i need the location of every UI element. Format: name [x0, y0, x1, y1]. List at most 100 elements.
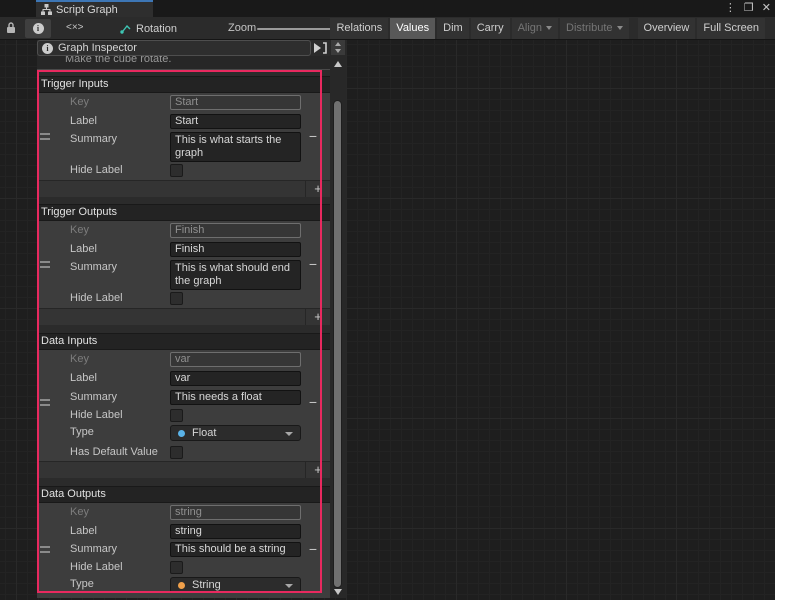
- scrollbar-thumb[interactable]: [333, 100, 342, 588]
- graph-asset-icon: [120, 24, 131, 34]
- scroll-stepper[interactable]: [331, 40, 345, 55]
- label-field[interactable]: string: [170, 524, 301, 539]
- stepper-down-icon[interactable]: [335, 49, 341, 53]
- value-connections-icon[interactable]: <×>: [66, 22, 84, 33]
- key-field: Finish: [170, 223, 301, 238]
- type-dropdown[interactable]: String: [170, 577, 301, 593]
- stepper-up-icon[interactable]: [335, 42, 341, 46]
- summary-label: Summary: [70, 133, 117, 145]
- label-row: Label string: [37, 523, 330, 542]
- title-bar: Script Graph ⋮ ❐ ✕: [0, 0, 775, 17]
- label-label: Label: [70, 372, 97, 384]
- tab-title: Script Graph: [56, 4, 118, 16]
- graph-summary-field[interactable]: Make the cube rotate.: [37, 56, 330, 70]
- summary-field[interactable]: This needs a float: [170, 390, 301, 405]
- toolbar-button-relations[interactable]: Relations: [330, 18, 388, 39]
- toolbar-button-distribute: Distribute: [560, 18, 628, 39]
- hide-label-checkbox[interactable]: [170, 409, 183, 422]
- section-header-data-outputs: Data Outputs: [37, 486, 330, 503]
- graph-inspector-title: Graph Inspector: [58, 42, 137, 54]
- key-row: Key Finish: [37, 222, 330, 241]
- reorder-handle-icon[interactable]: [40, 546, 50, 553]
- hide-label-label: Hide Label: [70, 292, 123, 304]
- add-item-button[interactable]: +: [305, 462, 330, 478]
- toolbar-button-values[interactable]: Values: [390, 18, 435, 39]
- remove-item-button[interactable]: −: [305, 128, 321, 144]
- add-item-button[interactable]: +: [305, 181, 330, 197]
- graph-inspector-titlebox: i Graph Inspector: [37, 40, 311, 56]
- scroll-up-arrow[interactable]: [334, 61, 342, 67]
- summary-row: Summary This is what should end the grap…: [37, 259, 330, 290]
- section-header-trigger-inputs: Trigger Inputs: [37, 76, 330, 93]
- chevron-down-icon: [285, 584, 293, 588]
- summary-field[interactable]: This is what should end the graph: [170, 260, 301, 290]
- hide-label-label: Hide Label: [70, 164, 123, 176]
- summary-row: Summary This needs a float: [37, 389, 330, 406]
- toolbar-toggle-group: Relations Values Dim Carry Align Distrib…: [330, 18, 765, 39]
- hide-label-checkbox[interactable]: [170, 164, 183, 177]
- window-controls: ⋮ ❐ ✕: [725, 0, 771, 17]
- zoom-label: Zoom: [228, 22, 256, 34]
- toolbar-button-carry[interactable]: Carry: [471, 18, 510, 39]
- graph-breadcrumb[interactable]: Rotation: [120, 17, 177, 40]
- add-item-row: +: [37, 461, 330, 478]
- key-label: Key: [70, 96, 89, 108]
- has-default-checkbox[interactable]: [170, 446, 183, 459]
- script-graph-icon: [41, 4, 52, 15]
- remove-item-button[interactable]: −: [305, 394, 321, 410]
- key-field: string: [170, 505, 301, 520]
- hide-label-row: Hide Label: [37, 162, 330, 179]
- type-value: Float: [192, 427, 216, 439]
- add-item-row: +: [37, 180, 330, 197]
- info-icon: i: [33, 23, 44, 34]
- zoom-slider-track[interactable]: [257, 28, 333, 30]
- has-default-row: Has Default Value: [37, 444, 330, 461]
- toolbar-button-dim[interactable]: Dim: [437, 18, 469, 39]
- label-field[interactable]: Finish: [170, 242, 301, 257]
- add-item-button[interactable]: +: [305, 309, 330, 325]
- lock-icon[interactable]: [6, 22, 16, 34]
- chevron-down-icon: [617, 26, 623, 30]
- hide-label-checkbox[interactable]: [170, 561, 183, 574]
- has-default-label: Has Default Value: [70, 446, 158, 458]
- chevron-down-icon: [546, 26, 552, 30]
- type-dropdown[interactable]: Float: [170, 425, 301, 441]
- label-label: Label: [70, 115, 97, 127]
- graph-inspector-body: Make the cube rotate. Trigger Inputs Key…: [37, 56, 330, 598]
- remove-item-button[interactable]: −: [305, 256, 321, 272]
- reorder-handle-icon[interactable]: [40, 261, 50, 268]
- tab-script-graph[interactable]: Script Graph: [36, 0, 153, 17]
- reorder-handle-icon[interactable]: [40, 133, 50, 140]
- label-field[interactable]: var: [170, 371, 301, 386]
- close-icon[interactable]: ✕: [762, 0, 771, 17]
- hide-label-checkbox[interactable]: [170, 292, 183, 305]
- summary-field[interactable]: This is what starts the graph: [170, 132, 301, 162]
- section-header-data-inputs: Data Inputs: [37, 333, 330, 350]
- summary-label: Summary: [70, 543, 117, 555]
- hide-label-row: Hide Label: [37, 407, 330, 424]
- toolbar-button-align: Align: [512, 18, 558, 39]
- summary-label: Summary: [70, 391, 117, 403]
- info-icon: i: [42, 43, 53, 54]
- dock-panel-icon[interactable]: [313, 42, 328, 54]
- key-row: Key var: [37, 351, 330, 370]
- type-row: Type String: [37, 576, 330, 595]
- label-row: Label Finish: [37, 241, 330, 260]
- graph-toolbar: i <×> Rotation Zoom 1x Relations Values …: [0, 17, 775, 40]
- graph-name-label: Rotation: [136, 23, 177, 35]
- window-menu-icon[interactable]: ⋮: [725, 0, 736, 17]
- label-field[interactable]: Start: [170, 114, 301, 129]
- scroll-down-arrow[interactable]: [334, 589, 342, 595]
- toolbar-button-fullscreen[interactable]: Full Screen: [697, 18, 765, 39]
- reorder-handle-icon[interactable]: [40, 399, 50, 406]
- label-label: Label: [70, 243, 97, 255]
- inspector-toggle-button[interactable]: i: [25, 19, 51, 38]
- summary-label: Summary: [70, 261, 117, 273]
- toolbar-button-overview[interactable]: Overview: [638, 18, 696, 39]
- chevron-down-icon: [285, 432, 293, 436]
- key-field: Start: [170, 95, 301, 110]
- summary-field[interactable]: This should be a string: [170, 542, 301, 557]
- remove-item-button[interactable]: −: [305, 541, 321, 557]
- unity-script-graph-window: Script Graph ⋮ ❐ ✕ i <×> Rotation Zoom 1…: [0, 0, 775, 600]
- maximize-icon[interactable]: ❐: [744, 0, 754, 17]
